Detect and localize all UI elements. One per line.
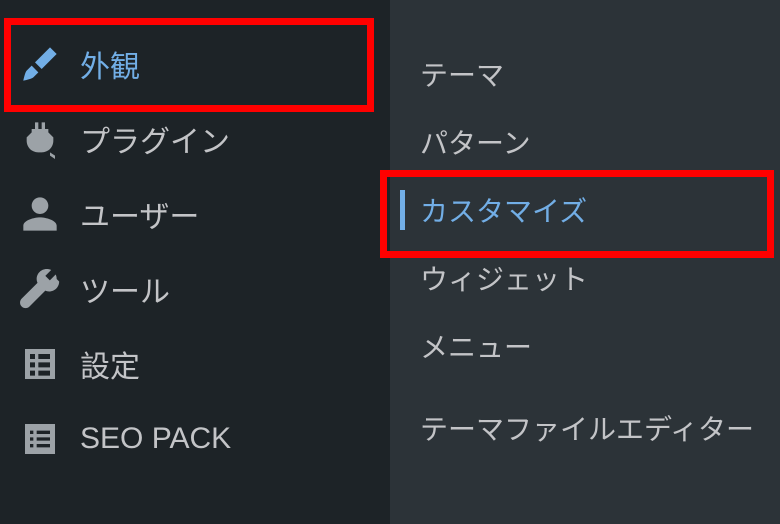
sidebar-item-plugins[interactable]: プラグイン <box>0 101 390 176</box>
sidebar-item-appearance[interactable]: 外観 <box>0 26 390 101</box>
sidebar-item-tools[interactable]: ツール <box>0 251 390 326</box>
user-icon <box>18 192 62 236</box>
appearance-submenu: テーマ パターン カスタマイズ ウィジェット メニュー テーマファイルエディター <box>390 0 780 524</box>
settings-icon <box>18 342 62 386</box>
sidebar-item-label: プラグイン <box>80 117 230 161</box>
admin-sidebar: 外観 プラグイン ユーザー ツール 設定 SEO PACK <box>0 0 390 524</box>
sidebar-item-label: 設定 <box>80 342 140 386</box>
submenu-item-themes[interactable]: テーマ <box>390 40 780 108</box>
sidebar-item-label: ツール <box>80 267 170 311</box>
sidebar-item-settings[interactable]: 設定 <box>0 326 390 401</box>
wrench-icon <box>18 267 62 311</box>
submenu-item-label: テーマ <box>420 54 504 94</box>
submenu-item-theme-editor[interactable]: テーマファイルエディター <box>390 380 780 480</box>
sidebar-item-label: ユーザー <box>80 192 199 236</box>
submenu-item-menus[interactable]: メニュー <box>390 312 780 380</box>
submenu-item-label: ウィジェット <box>420 258 588 298</box>
plugin-icon <box>18 117 62 161</box>
submenu-item-label: パターン <box>420 122 531 162</box>
paintbrush-icon <box>18 42 62 86</box>
submenu-item-patterns[interactable]: パターン <box>390 108 780 176</box>
submenu-item-label: テーマファイルエディター <box>420 411 754 449</box>
sidebar-item-label: 外観 <box>80 42 140 86</box>
sidebar-item-seo-pack[interactable]: SEO PACK <box>0 401 390 476</box>
sidebar-item-label: SEO PACK <box>80 422 231 456</box>
submenu-item-label: カスタマイズ <box>420 190 587 230</box>
submenu-item-widgets[interactable]: ウィジェット <box>390 244 780 312</box>
list-icon <box>18 417 62 461</box>
submenu-item-customize[interactable]: カスタマイズ <box>390 176 780 244</box>
sidebar-item-users[interactable]: ユーザー <box>0 176 390 251</box>
submenu-item-label: メニュー <box>420 326 532 366</box>
